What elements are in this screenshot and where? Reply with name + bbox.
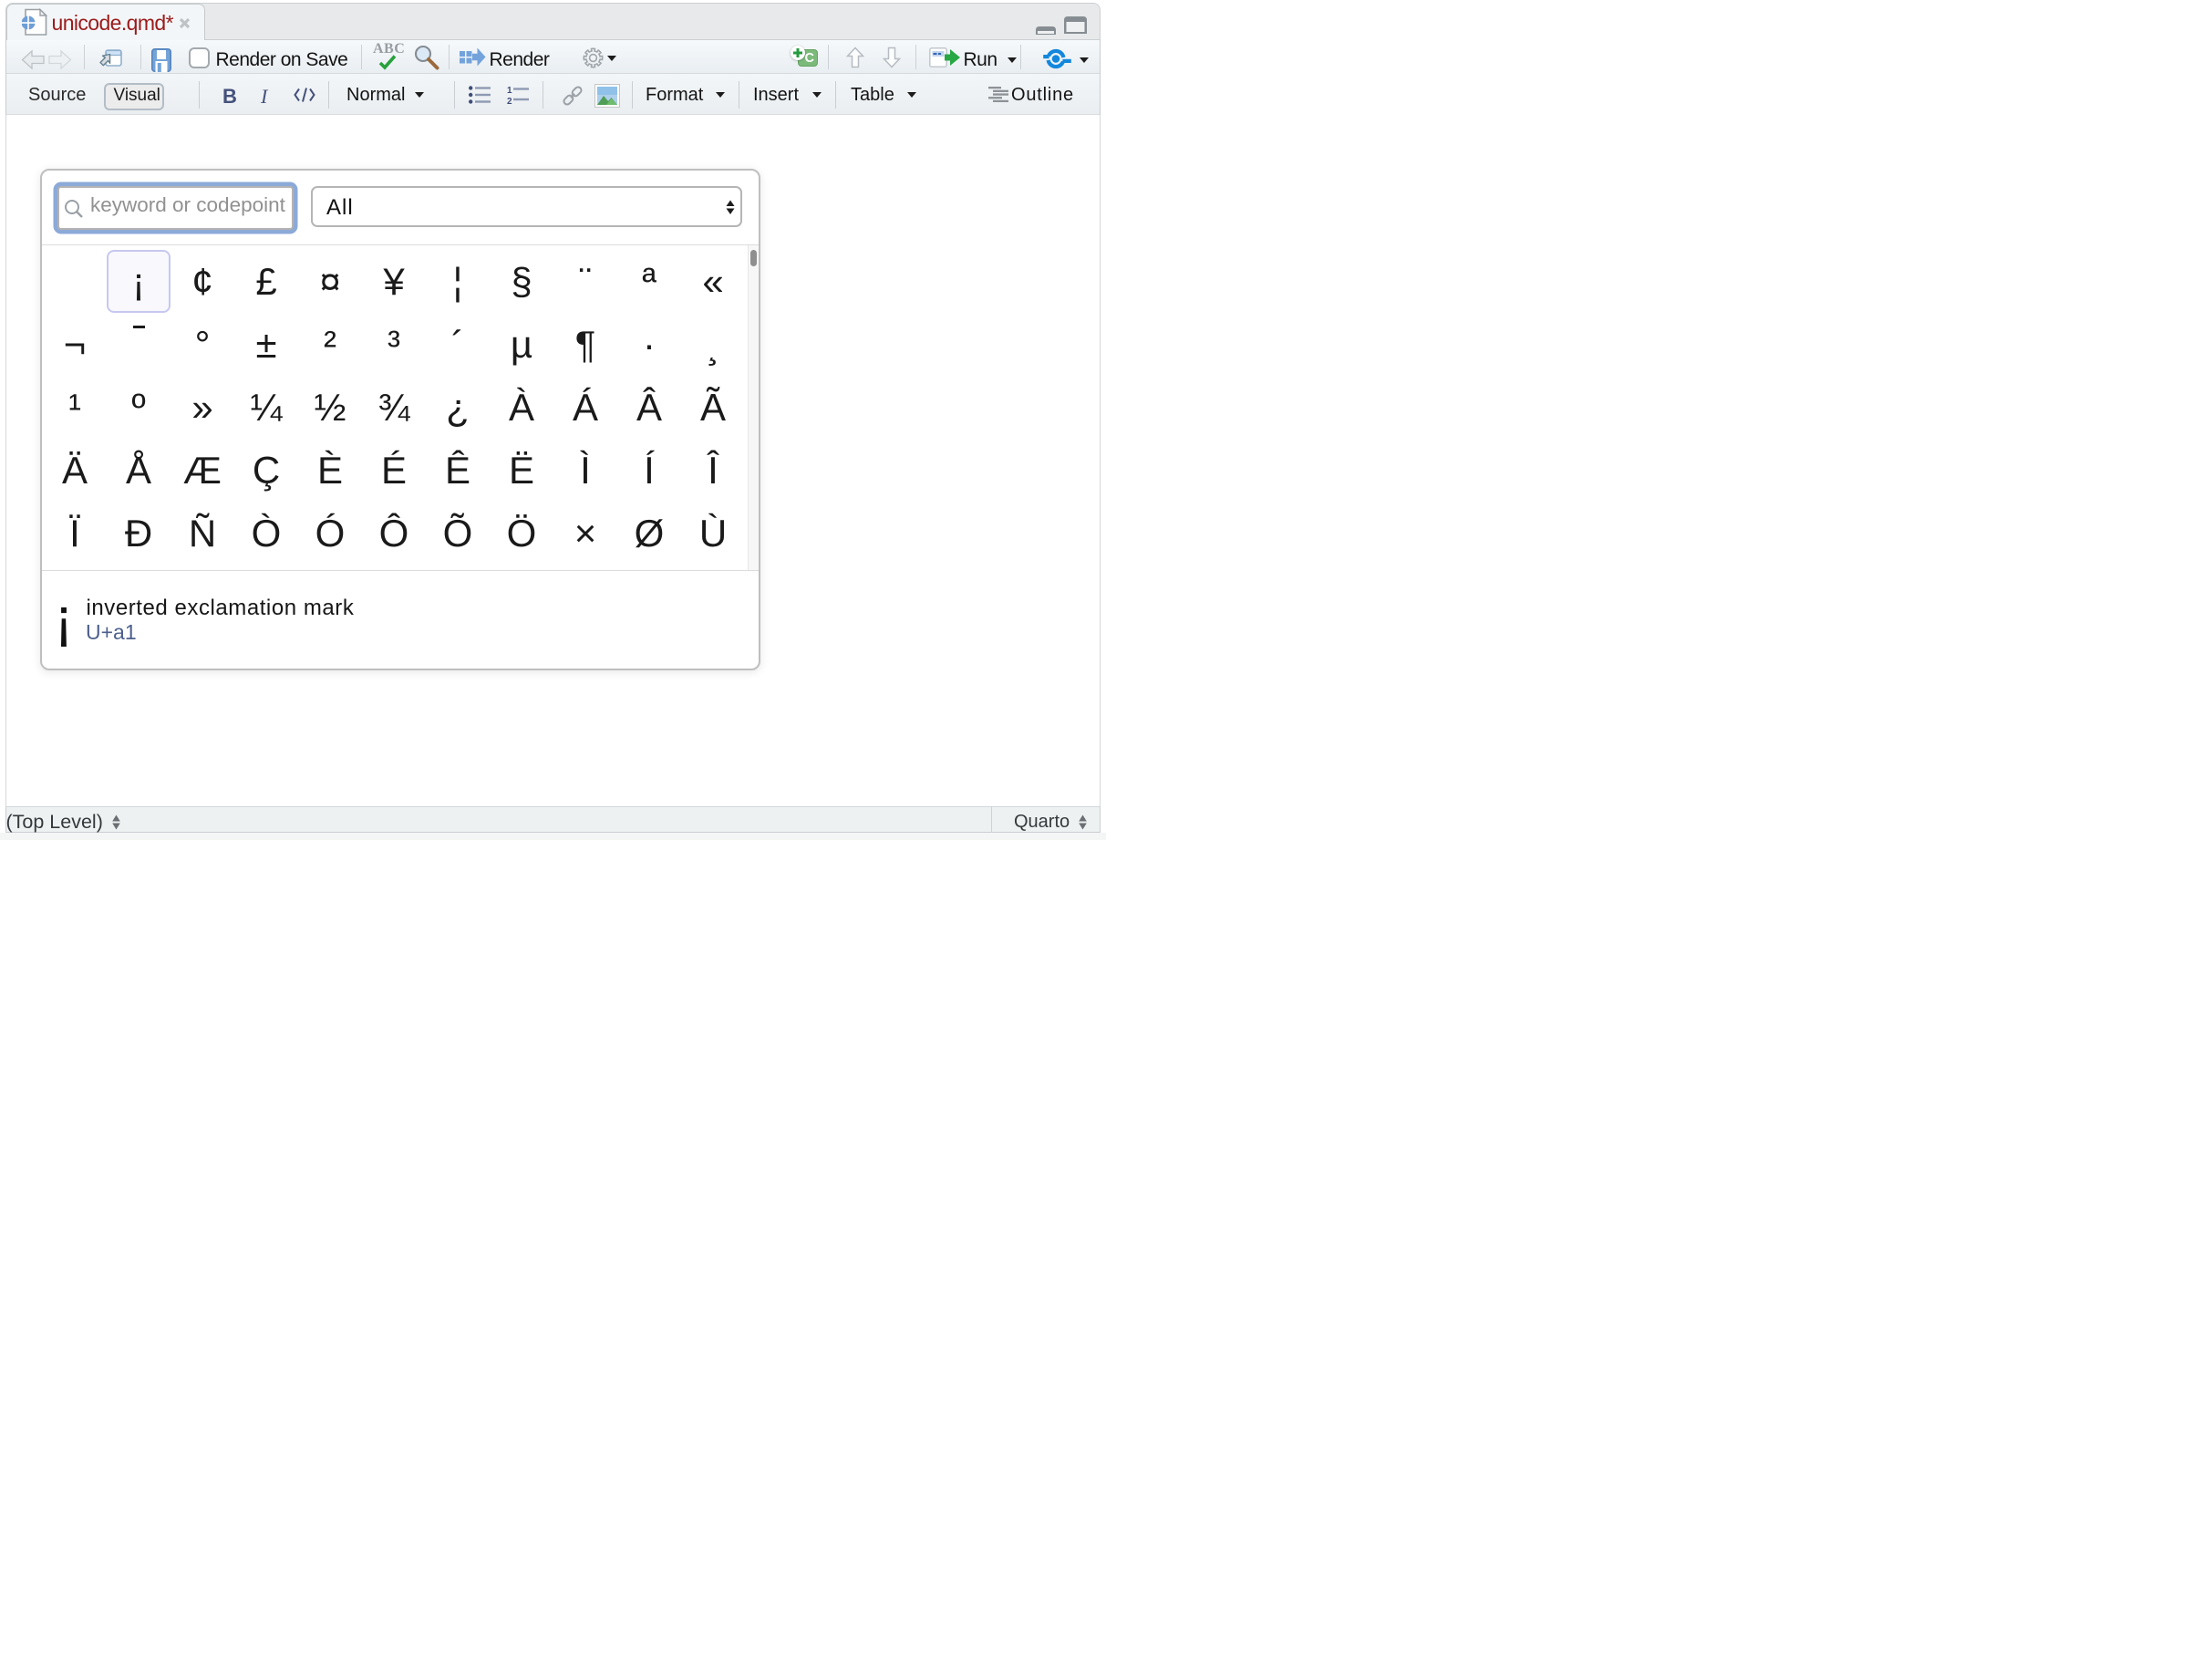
svg-text:1: 1 [507, 86, 512, 96]
svg-text:2: 2 [507, 97, 512, 104]
